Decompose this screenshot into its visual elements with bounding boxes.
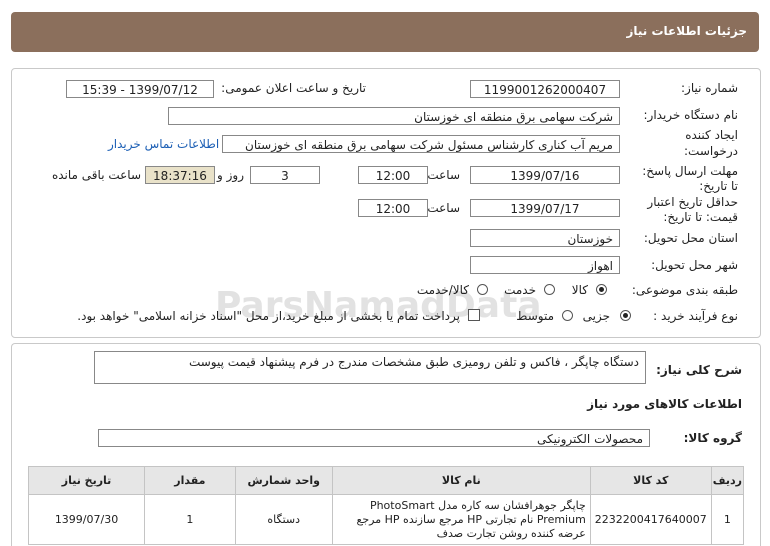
category-option-goods: کالا <box>571 283 588 297</box>
col-qty: مقدار <box>144 466 236 495</box>
category-label: طبقه بندی موضوعی: <box>631 283 738 297</box>
buyer-name-field: شرکت سهامی برق منطقه ای خوزستان <box>168 107 620 125</box>
send-time-field: 12:00 <box>358 166 428 184</box>
announce-datetime-field: 1399/07/12 - 15:39 <box>66 80 214 98</box>
category-radio-service[interactable] <box>544 284 555 295</box>
description-field: دستگاه چاپگر ، فاکس و تلفن رومیزی طبق مش… <box>94 351 646 384</box>
buyer-contact-link[interactable]: اطلاعات تماس خریدار <box>108 137 219 151</box>
goods-info-title: اطلاعات کالاهای مورد نیاز <box>587 397 742 411</box>
table-row[interactable]: 1 2232200417640007 چاپگر جوهرافشان سه کا… <box>27 494 745 545</box>
buyer-name-label: نام دستگاه خریدار: <box>643 108 739 122</box>
page-header: جزئیات اطلاعات نیاز <box>11 12 759 52</box>
province-label: استان محل تحویل: <box>643 231 738 245</box>
goods-group-field: محصولات الکترونیکی <box>98 429 650 447</box>
validity-date-field: 1399/07/17 <box>470 199 620 217</box>
need-number-label: شماره نیاز: <box>681 81 738 95</box>
col-unit: واحد شمارش <box>234 466 333 495</box>
creator-field: مریم آب کناری کارشناس مسئول شرکت سهامی ب… <box>222 135 620 153</box>
col-code: کد کالا <box>589 466 712 495</box>
send-deadline-label-line2: تا تاریخ: <box>699 179 738 193</box>
goods-group-label: گروه کالا: <box>683 431 742 445</box>
category-option-service: خدمت <box>504 283 536 297</box>
creator-label-line1: ایجاد کننده <box>685 128 738 142</box>
send-deadline-label-line1: مهلت ارسال پاسخ: <box>642 164 738 178</box>
description-label: شرح کلی نیاز: <box>656 363 742 377</box>
cell-unit: دستگاه <box>234 494 333 545</box>
process-label: نوع فرآیند خرید : <box>653 309 738 323</box>
cell-name: چاپگر جوهرافشان سه کاره مدل PhotoSmart P… <box>331 494 591 545</box>
remaining-time-field: 18:37:16 <box>145 166 215 184</box>
cell-row: 1 <box>710 494 745 545</box>
process-option-minor: جزیی <box>582 309 610 323</box>
send-date-field: 1399/07/16 <box>470 166 620 184</box>
category-radio-goods[interactable] <box>596 284 607 295</box>
process-radio-minor[interactable] <box>620 310 631 321</box>
need-number-field: 1199001262000407 <box>470 80 620 98</box>
validity-label-line1: حداقل تاریخ اعتبار <box>647 195 738 209</box>
col-row: ردیف <box>710 466 745 495</box>
category-radio-goods-service[interactable] <box>477 284 488 295</box>
process-option-medium: متوسط <box>516 309 554 323</box>
cell-date: 1399/07/30 <box>27 494 146 545</box>
col-name: نام کالا <box>331 466 591 495</box>
table-header-row: ردیف کد کالا نام کالا واحد شمارش مقدار ت… <box>27 466 745 495</box>
announce-datetime-label: تاریخ و ساعت اعلان عمومی: <box>221 81 366 95</box>
validity-time-label: ساعت <box>427 201 460 215</box>
days-remaining-field: 3 <box>250 166 320 184</box>
creator-label-line2: درخواست: <box>684 144 738 158</box>
treasury-payment-note: پرداخت تمام یا بخشی از مبلغ خرید،از محل … <box>77 309 460 323</box>
city-label: شهر محل تحویل: <box>651 258 738 272</box>
col-date: تاریخ نیاز <box>27 466 146 495</box>
process-radio-medium[interactable] <box>562 310 573 321</box>
province-field: خوزستان <box>470 229 620 247</box>
validity-label-line2: قیمت: تا تاریخ: <box>663 210 738 224</box>
category-option-goods-service: کالا/خدمت <box>416 283 469 297</box>
city-field: اهواز <box>470 256 620 274</box>
days-label: روز و <box>217 168 244 182</box>
cell-code: 2232200417640007 <box>589 494 712 545</box>
treasury-payment-checkbox[interactable] <box>468 309 480 321</box>
validity-time-field: 12:00 <box>358 199 428 217</box>
cell-qty: 1 <box>144 494 236 545</box>
remaining-time-label: ساعت باقی مانده <box>51 168 141 182</box>
goods-table: ردیف کد کالا نام کالا واحد شمارش مقدار ت… <box>27 466 745 545</box>
page-title: جزئیات اطلاعات نیاز <box>626 24 747 38</box>
send-time-label: ساعت <box>427 168 460 182</box>
